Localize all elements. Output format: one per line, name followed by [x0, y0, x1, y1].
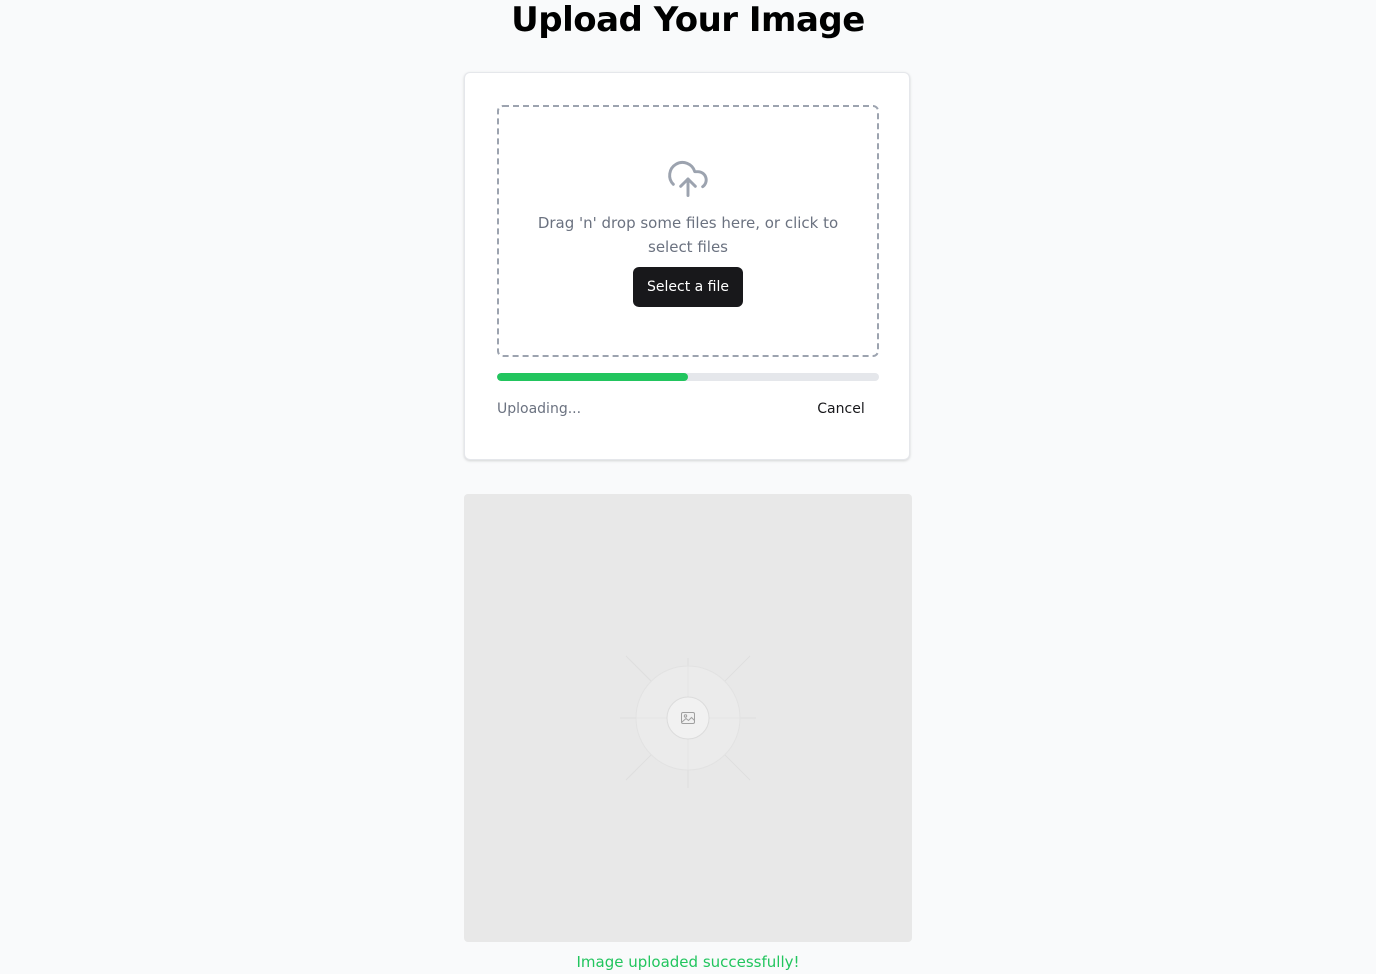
dropzone-instruction: Drag 'n' drop some files here, or click … — [537, 214, 839, 256]
upload-status: Uploading... — [497, 401, 582, 417]
page-title: Upload Your Image — [511, 0, 865, 40]
cancel-button[interactable]: Cancel — [803, 393, 879, 425]
upload-progress-fill — [497, 373, 688, 381]
upload-card: Drag 'n' drop some files here, or click … — [464, 72, 910, 460]
image-preview — [464, 494, 912, 942]
preview-placeholder-graphic — [620, 655, 756, 788]
select-file-button[interactable]: Select a file — [633, 267, 743, 307]
dropzone[interactable]: Drag 'n' drop some files here, or click … — [497, 105, 879, 357]
upload-progress-bar — [497, 373, 879, 381]
cloud-upload-icon — [668, 161, 708, 197]
upload-success-message: Image uploaded successfully! — [576, 953, 800, 971]
